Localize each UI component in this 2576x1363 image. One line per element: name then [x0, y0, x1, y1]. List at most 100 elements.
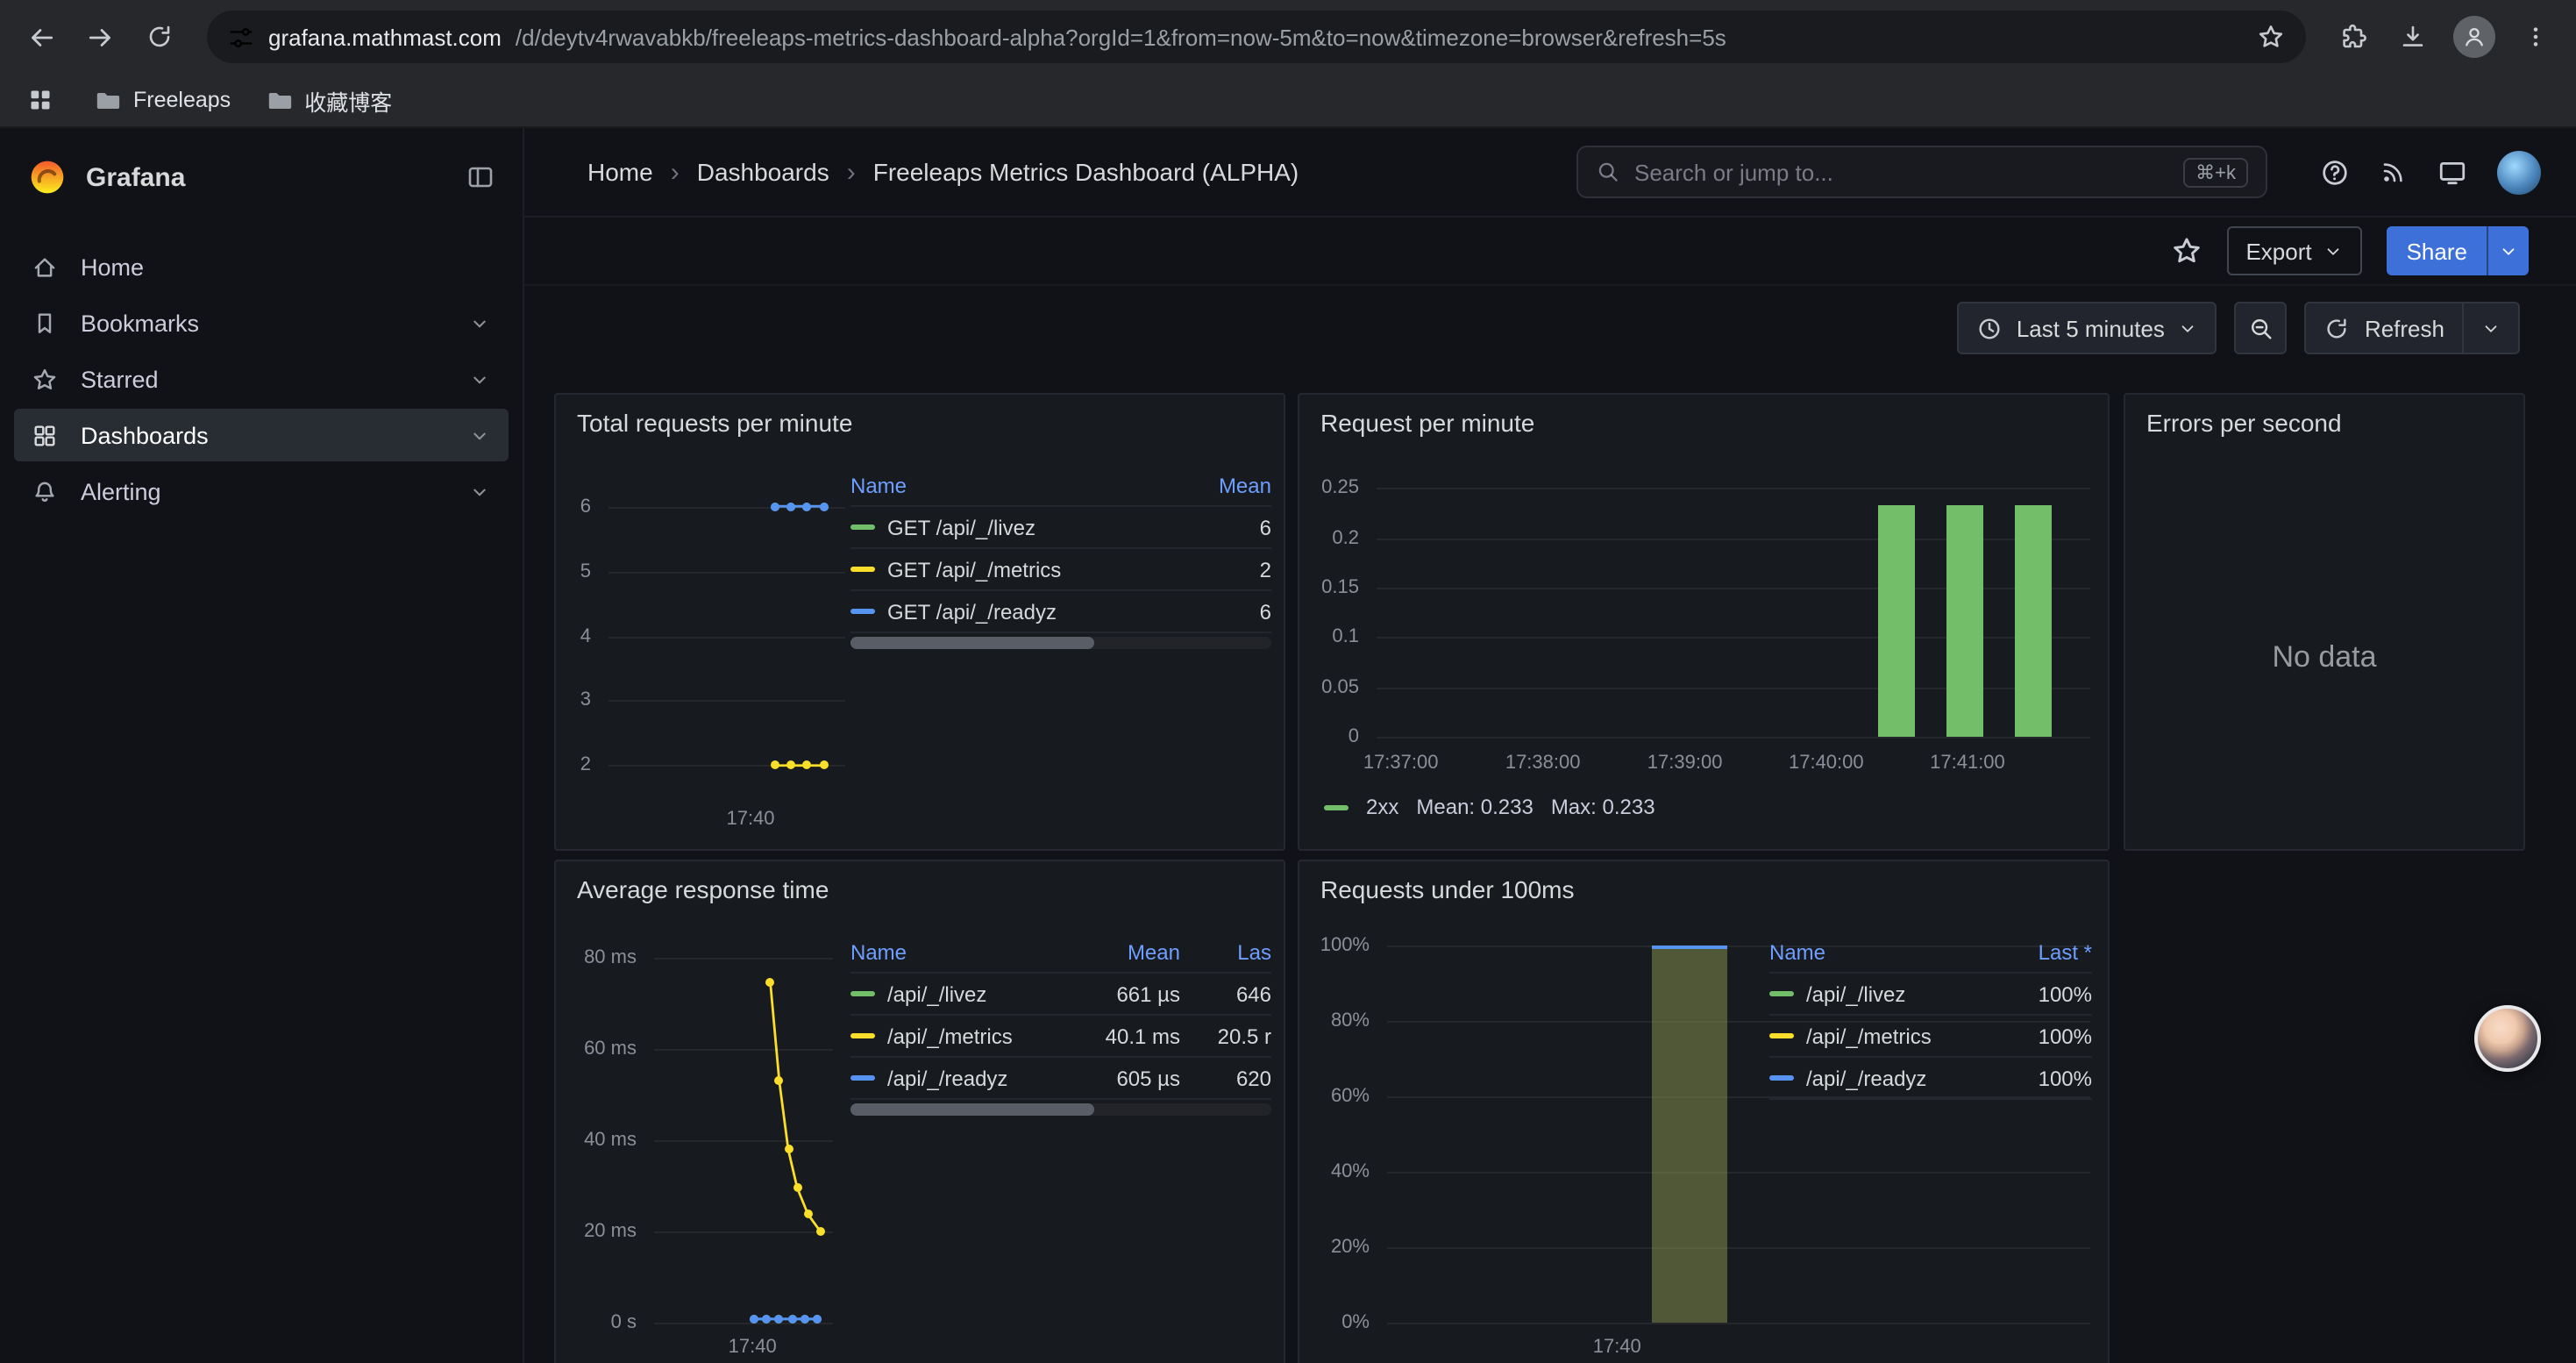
share-label: Share [2387, 226, 2487, 275]
sidebar-item-bookmarks[interactable]: Bookmarks [14, 296, 509, 349]
reload-button[interactable] [133, 11, 186, 63]
x-tick-label: 17:41:00 [1930, 753, 2005, 774]
bar [1946, 505, 1983, 737]
grafana-logo [28, 158, 67, 196]
export-button[interactable]: Export [2226, 226, 2362, 275]
data-point [770, 502, 779, 510]
panel-title[interactable]: Errors per second [2146, 409, 2342, 437]
legend-row[interactable]: /api/_/livez100% [1769, 974, 2092, 1016]
legend-header: NameMean [850, 465, 1271, 507]
back-arrow-icon [25, 22, 55, 52]
legend-row[interactable]: GET /api/_/readyz6 [850, 591, 1271, 633]
series-line [654, 949, 833, 1323]
y-tick-label: 0 [1348, 726, 1359, 747]
bar-chart: 0.250.20.150.10.050 17:37:0017:38:0017:3… [1299, 395, 2108, 849]
refresh-button[interactable]: Refresh [2305, 302, 2520, 354]
bookmark-icon [32, 310, 58, 336]
bar [1878, 505, 1915, 737]
data-point [787, 1315, 796, 1324]
y-tick-label: 0.2 [1332, 527, 1359, 548]
legend-table[interactable]: NameMeanGET /api/_/livez6GET /api/_/metr… [850, 465, 1271, 633]
folder-icon [95, 87, 121, 113]
scrollbar-thumb[interactable] [850, 637, 1094, 649]
downloads-button[interactable] [2387, 11, 2439, 63]
search-input[interactable]: Search or jump to... ⌘+k [1576, 146, 2267, 198]
legend[interactable]: 2xx Mean: 0.233 Max: 0.233 [1324, 795, 1655, 819]
zoom-out-button[interactable] [2235, 302, 2288, 354]
legend-row[interactable]: /api/_/readyz605 µs620 [850, 1058, 1271, 1100]
legend-row[interactable]: /api/_/metrics40.1 ms20.5 r [850, 1016, 1271, 1058]
breadcrumb-current: Freeleaps Metrics Dashboard (ALPHA) [873, 158, 1299, 186]
legend-row[interactable]: GET /api/_/livez6 [850, 507, 1271, 549]
user-avatar[interactable] [2497, 150, 2541, 194]
x-tick-label: 17:38:00 [1505, 753, 1581, 774]
panel-total-requests: Total requests per minute 65432 17:40 Na… [554, 393, 1285, 851]
time-range-picker[interactable]: Last 5 minutes [1957, 302, 2217, 354]
caret-down-icon [2179, 318, 2198, 338]
y-tick-label: 80% [1331, 1010, 1370, 1031]
y-axis: 100%80%60%40%20%0% [1306, 946, 1380, 1323]
sidebar-item-dashboards[interactable]: Dashboards [14, 409, 509, 461]
series-name[interactable]: 2xx [1366, 795, 1398, 819]
share-caret-button[interactable] [2488, 226, 2529, 275]
gridline [1387, 1172, 2090, 1174]
url-bar[interactable]: grafana.mathmast.com/d/deytv4rwavabkb/fr… [207, 11, 2306, 63]
zoom-out-icon [2248, 315, 2274, 341]
legend-scrollbar[interactable] [850, 1103, 1271, 1116]
grafana-sidebar: Grafana Home Bookmarks Starred [0, 128, 524, 1363]
site-settings-icon[interactable] [228, 24, 254, 50]
sidebar-item-label: Starred [81, 366, 159, 392]
y-tick-label: 40 ms [584, 1130, 637, 1151]
panel-requests-under-100ms: Requests under 100ms 100%80%60%40%20%0% … [1298, 860, 2110, 1363]
y-tick-label: 100% [1320, 935, 1370, 956]
floating-assistant-avatar[interactable] [2474, 1005, 2541, 1072]
sidebar-collapse-button[interactable] [466, 163, 495, 191]
legend-row[interactable]: /api/_/metrics100% [1769, 1016, 2092, 1058]
legend-row[interactable]: GET /api/_/metrics2 [850, 549, 1271, 591]
extensions-button[interactable] [2327, 11, 2380, 63]
legend-row[interactable]: /api/_/readyz100% [1769, 1058, 2092, 1100]
sidebar-item-home[interactable]: Home [14, 240, 509, 293]
rss-icon[interactable] [2380, 158, 2408, 186]
y-axis: 65432 [556, 477, 601, 795]
x-tick-label: 17:40 [729, 1337, 777, 1358]
bookmarks-bar: Freeleaps 收藏博客 [0, 74, 2576, 128]
url-domain: grafana.mathmast.com [268, 24, 502, 50]
x-tick-label: 17:39:00 [1647, 753, 1723, 774]
chevron-down-icon [468, 368, 491, 390]
browser-menu-button[interactable] [2509, 11, 2562, 63]
clock-icon [1976, 315, 2003, 341]
share-button[interactable]: Share [2387, 226, 2529, 275]
apps-grid-icon [28, 88, 53, 112]
scrollbar-thumb[interactable] [850, 1103, 1094, 1116]
breadcrumb-home[interactable]: Home [587, 158, 653, 186]
series-color-dash [1769, 991, 1794, 996]
legend-table[interactable]: NameMeanLas/api/_/livez661 µs646/api/_/m… [850, 931, 1271, 1100]
legend-header: NameMeanLas [850, 931, 1271, 974]
legend-table[interactable]: NameLast */api/_/livez100%/api/_/metrics… [1769, 931, 2092, 1100]
favorite-star-icon[interactable] [2170, 235, 2202, 267]
series-color-dash [850, 991, 875, 996]
apps-grid-button[interactable] [21, 81, 60, 119]
breadcrumb: Home › Dashboards › Freeleaps Metrics Da… [587, 157, 1299, 187]
sidebar-item-starred[interactable]: Starred [14, 353, 509, 405]
y-tick-label: 40% [1331, 1161, 1370, 1182]
legend-scrollbar[interactable] [850, 637, 1271, 649]
legend-row[interactable]: /api/_/livez661 µs646 [850, 974, 1271, 1016]
caret-down-icon[interactable] [2481, 318, 2501, 338]
bookmark-folder-blogs[interactable]: 收藏博客 [266, 83, 392, 117]
browser-profile-button[interactable] [2453, 16, 2495, 58]
divider [2462, 303, 2464, 353]
breadcrumb-separator: › [671, 157, 680, 187]
star-icon [32, 366, 58, 392]
bookmark-star-icon[interactable] [2257, 23, 2285, 51]
data-point [803, 502, 812, 510]
forward-button[interactable] [74, 11, 126, 63]
breadcrumb-dashboards[interactable]: Dashboards [697, 158, 829, 186]
sidebar-item-label: Alerting [81, 478, 161, 504]
sidebar-item-alerting[interactable]: Alerting [14, 465, 509, 517]
monitor-icon[interactable] [2437, 157, 2467, 187]
bookmark-folder-freeleaps[interactable]: Freeleaps [95, 87, 231, 113]
help-icon[interactable] [2320, 157, 2350, 187]
back-button[interactable] [14, 11, 67, 63]
